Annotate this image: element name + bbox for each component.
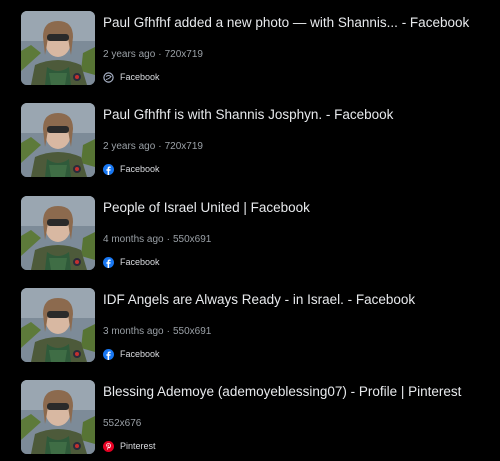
meta-separator: ·: [166, 326, 170, 337]
meta-separator: ·: [158, 49, 162, 60]
source-name: Facebook: [120, 72, 160, 82]
result-age: 4 months ago: [103, 234, 164, 245]
result-title[interactable]: People of Israel United | Facebook: [103, 199, 493, 217]
result-meta: 552x676: [103, 417, 141, 431]
woman-soldier-photo-icon: [21, 103, 95, 177]
pinterest-icon: [103, 440, 114, 452]
result-item[interactable]: People of Israel United | Facebook 4 mon…: [0, 185, 500, 270]
source-name: Facebook: [120, 349, 160, 359]
result-source[interactable]: Facebook: [103, 255, 160, 269]
result-item[interactable]: Blessing Ademoye (ademoyeblessing07) - P…: [0, 369, 500, 454]
result-title[interactable]: Paul Gfhfhf added a new photo — with Sha…: [103, 14, 493, 32]
result-meta: 3 months ago · 550x691: [103, 325, 211, 339]
result-thumbnail[interactable]: [21, 288, 95, 362]
result-dimensions: 550x691: [172, 326, 212, 337]
result-dimensions: 720x719: [164, 49, 203, 60]
woman-soldier-photo-icon: [21, 380, 95, 454]
result-source[interactable]: Facebook: [103, 70, 160, 84]
woman-soldier-photo-icon: [21, 11, 95, 85]
facebook-icon: [103, 163, 114, 175]
result-item[interactable]: IDF Angels are Always Ready - in Israel.…: [0, 277, 500, 362]
result-source[interactable]: Pinterest: [103, 439, 156, 453]
meta-separator: ·: [166, 234, 170, 245]
result-source[interactable]: Facebook: [103, 347, 160, 361]
result-dimensions: 552x676: [103, 418, 142, 429]
result-age: 2 years ago: [103, 49, 156, 60]
result-thumbnail[interactable]: [21, 11, 95, 85]
result-thumbnail[interactable]: [21, 196, 95, 270]
source-name: Facebook: [120, 164, 160, 174]
result-source[interactable]: Facebook: [103, 162, 160, 176]
source-name: Pinterest: [120, 441, 156, 451]
facebook-icon: [103, 348, 114, 360]
result-age: 3 months ago: [103, 326, 164, 337]
result-thumbnail[interactable]: [21, 380, 95, 454]
result-item[interactable]: Paul Gfhfhf is with Shannis Josphyn. - F…: [0, 92, 500, 177]
image-results-list: Paul Gfhfhf added a new photo — with Sha…: [0, 0, 500, 461]
result-title[interactable]: Blessing Ademoye (ademoyeblessing07) - P…: [103, 383, 493, 401]
result-meta: 2 years ago · 720x719: [103, 140, 203, 154]
facebook-icon: [103, 256, 114, 268]
result-age: 2 years ago: [103, 141, 156, 152]
result-dimensions: 720x719: [164, 141, 203, 152]
globe-icon: [103, 71, 114, 83]
result-dimensions: 550x691: [172, 234, 212, 245]
woman-soldier-photo-icon: [21, 288, 95, 362]
source-name: Facebook: [120, 257, 160, 267]
woman-soldier-photo-icon: [21, 196, 95, 270]
result-meta: 2 years ago · 720x719: [103, 48, 203, 62]
result-meta: 4 months ago · 550x691: [103, 233, 211, 247]
result-title[interactable]: Paul Gfhfhf is with Shannis Josphyn. - F…: [103, 106, 493, 124]
result-thumbnail[interactable]: [21, 103, 95, 177]
result-title[interactable]: IDF Angels are Always Ready - in Israel.…: [103, 291, 493, 309]
result-item[interactable]: Paul Gfhfhf added a new photo — with Sha…: [0, 0, 500, 85]
meta-separator: ·: [158, 141, 162, 152]
